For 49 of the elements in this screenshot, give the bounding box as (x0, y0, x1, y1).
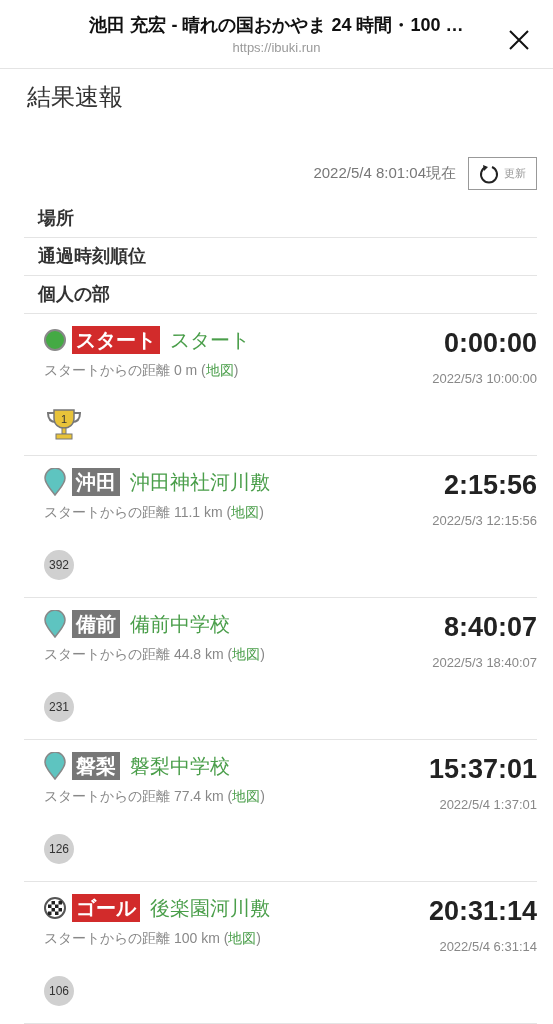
refresh-button[interactable]: 更新 (468, 157, 537, 190)
map-pin-icon (44, 752, 66, 780)
distance-text: スタートからの距離 11.1 km (地図) (44, 504, 265, 522)
passing-time: 2022/5/4 1:37:01 (439, 797, 537, 812)
rank-badge: 126 (44, 834, 74, 864)
map-link[interactable]: 地図 (232, 788, 261, 804)
passing-time: 2022/5/3 12:15:56 (432, 513, 537, 528)
section-heading: 場所 (24, 200, 537, 238)
passing-time: 2022/5/4 6:31:14 (439, 939, 537, 954)
refresh-icon (479, 163, 499, 184)
map-link[interactable]: 地図 (231, 504, 260, 520)
elapsed-time: 0:00:00 (443, 328, 537, 359)
elapsed-time: 2:15:56 (443, 470, 537, 501)
section-heading: 個人の部 (24, 276, 537, 314)
distance-text: スタートからの距離 100 km (地図) (44, 930, 263, 948)
place-name: 後楽園河川敷 (150, 895, 270, 921)
distance-text: スタートからの距離 77.4 km (地図) (44, 788, 265, 806)
point-tag: スタート (72, 326, 160, 354)
distance-text: スタートからの距離 0 m (地図) (44, 362, 240, 380)
map-link[interactable]: 地図 (228, 930, 257, 946)
url-text: https://ibuki.run (232, 40, 321, 55)
point-tag: 沖田 (72, 468, 120, 496)
map-pin-icon (44, 468, 66, 496)
place-name: 沖田神社河川敷 (130, 469, 270, 495)
place-name: 備前中学校 (130, 611, 230, 637)
elapsed-time: 20:31:14 (428, 896, 537, 927)
rank-badge: 231 (44, 692, 74, 722)
passing-time: 2022/5/3 18:40:07 (432, 655, 537, 670)
place-name: 磐梨中学校 (130, 753, 230, 779)
section-heading: 通過時刻順位 (24, 238, 537, 276)
elapsed-time: 15:37:01 (428, 754, 537, 785)
rank-badge: 106 (44, 976, 74, 1006)
point-tag: 磐梨 (72, 752, 120, 780)
window-title: 池田 充宏 - 晴れの国おかやま 24 時間・100 … (89, 14, 464, 37)
start-dot-icon (44, 329, 66, 351)
timestamp-text: 2022/5/4 8:01:04現在 (313, 164, 456, 183)
checkered-flag-icon (44, 897, 66, 919)
distance-text: スタートからの距離 44.8 km (地図) (44, 646, 265, 664)
place-name: スタート (170, 327, 250, 353)
passing-time: 2022/5/3 10:00:00 (432, 371, 537, 386)
map-pin-icon (44, 610, 66, 638)
point-tag: ゴール (72, 894, 140, 922)
map-link[interactable]: 地図 (205, 362, 234, 378)
point-tag: 備前 (72, 610, 120, 638)
map-link[interactable]: 地図 (232, 646, 261, 662)
elapsed-time: 8:40:07 (443, 612, 537, 643)
close-icon[interactable] (509, 30, 529, 50)
rank-badge: 392 (44, 550, 74, 580)
page-title: 結果速報 (27, 82, 124, 112)
